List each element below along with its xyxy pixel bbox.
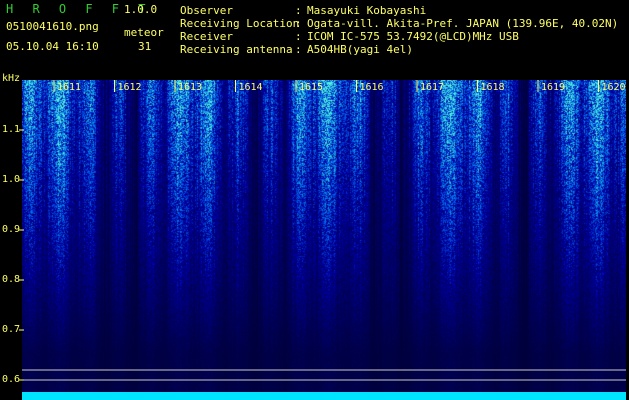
spectrogram: 1611 1612 1613 1614 1615 1616 1617 1618 1619 1620 xyxy=(19,80,626,400)
x-tick-label: 1613 xyxy=(178,82,202,93)
x-tick-label: 1611 xyxy=(57,82,81,93)
x-tick-label: 1614 xyxy=(239,82,263,93)
spectrogram-image xyxy=(22,80,626,392)
x-tick-label: 1619 xyxy=(541,82,565,93)
x-tick-label: 1616 xyxy=(360,82,384,93)
x-tick-label: 1612 xyxy=(118,82,142,93)
x-tick-label: 1620 xyxy=(602,82,626,93)
x-tick-label: 1618 xyxy=(481,82,505,93)
signal-baseline xyxy=(22,392,626,400)
x-tick-label: 1617 xyxy=(420,82,444,93)
x-tick-label: 1615 xyxy=(299,82,323,93)
